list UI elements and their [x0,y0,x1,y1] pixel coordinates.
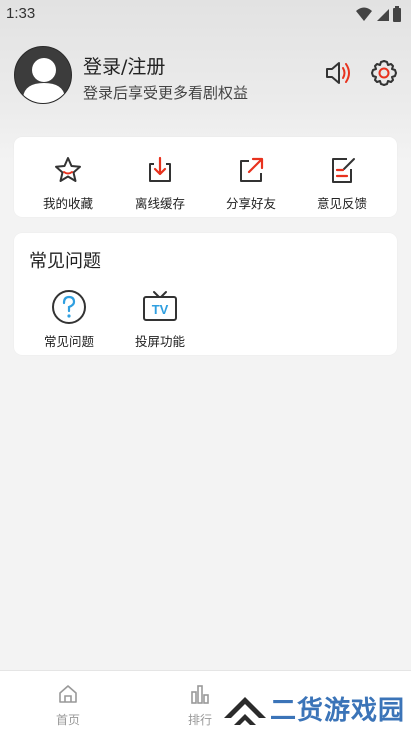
offline-cache-button[interactable]: 离线缓存 [114,141,206,211]
watermark-logo-icon [224,697,266,725]
watermark-text: 二货游戏园 [270,696,406,726]
question-icon [51,289,87,325]
share-friends-label: 分享好友 [225,196,276,211]
feedback-label: 意见反馈 [316,196,367,211]
faq-label: 常见问题 [43,334,94,349]
status-bar: 1:33 [0,0,411,30]
favorites-label: 我的收藏 [42,196,93,211]
cast-button[interactable]: TV 投屏功能 [114,289,206,349]
nav-home[interactable]: 首页 [38,671,98,731]
faq-section-title: 常见问题 [29,251,101,272]
feedback-icon [327,155,357,185]
nav-home-label: 首页 [55,713,80,727]
avatar-icon[interactable] [14,46,72,104]
ranking-icon [189,683,211,705]
login-benefit-text: 登录后享受更多看剧权益 [83,84,249,102]
sound-icon[interactable] [323,58,353,88]
profile-header[interactable]: 登录/注册 登录后享受更多看剧权益 [14,44,397,106]
login-register-link[interactable]: 登录/注册 [83,52,165,79]
download-icon [145,155,175,185]
feedback-button[interactable]: 意见反馈 [296,141,388,211]
faq-card: 常见问题 常见问题 TV 投屏功能 [14,233,397,355]
svg-text:TV: TV [152,302,169,317]
settings-icon[interactable] [369,58,399,88]
status-icons [355,6,403,28]
status-time: 1:33 [6,5,36,22]
watermark: 二货游戏园 [222,686,408,728]
nav-ranking-label: 排行 [187,713,212,727]
star-icon [53,155,83,185]
offline-cache-label: 离线缓存 [134,196,185,211]
faq-button[interactable]: 常见问题 [23,289,115,349]
wifi-battery-icon [356,6,401,22]
home-icon [57,683,79,705]
tv-icon: TV [142,289,178,325]
quick-actions-card: 我的收藏 离线缓存 分享好友 意见反馈 [14,137,397,217]
cast-label: 投屏功能 [134,334,185,349]
share-friends-button[interactable]: 分享好友 [205,141,297,211]
share-icon [236,155,266,185]
nav-ranking[interactable]: 排行 [170,671,230,731]
favorites-button[interactable]: 我的收藏 [22,141,114,211]
